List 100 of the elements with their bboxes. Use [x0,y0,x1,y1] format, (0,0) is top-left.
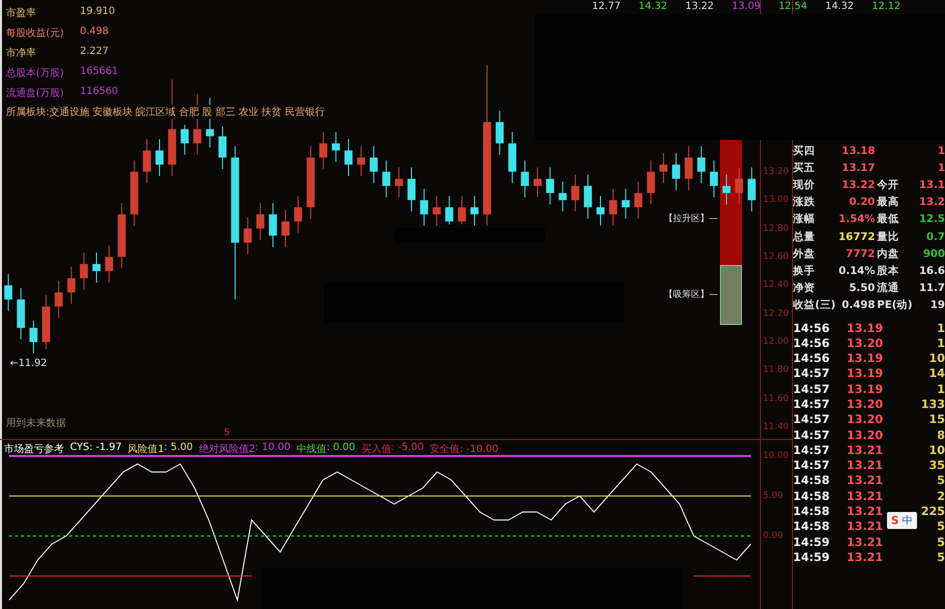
tick-volume: 35 [928,458,945,472]
tick-time: 14:57 [793,366,830,380]
tick-volume: 1 [936,320,945,335]
candlestick [319,132,328,170]
quote-value: 0.7 [926,230,945,243]
tick-price: 13.21 [846,504,883,518]
price-axis-label: 12.00 [763,337,789,348]
header-value: 12.77 [592,1,621,12]
indicator-axis-label: 10.00 [763,451,789,462]
tick-price: 13.21 [846,458,883,472]
candlestick [4,273,12,312]
price-axis-label: 12.40 [763,280,789,292]
ime-toolbar[interactable]: S 中 [887,512,917,529]
candlestick [80,252,88,290]
tick-volume: 5 [936,550,945,564]
info-label: 市盈率 [6,6,36,20]
tick-time: 14:59 [793,534,830,549]
candlestick [546,166,554,205]
tick-time: 14:59 [793,550,830,564]
quote-label: 净资 [793,281,815,296]
candlestick [67,266,76,304]
tick-price: 13.19 [846,366,883,380]
quote-value: 1 [938,144,945,157]
info-label: 总股本(万股) [6,66,64,80]
tick-time: 14:56 [793,351,830,366]
quote-value: 1 [938,162,945,174]
tick-volume: 1 [936,336,945,350]
info-label: 市净率 [6,46,36,60]
price-axis-label: 13.00 [763,195,789,206]
series-name: 风险值1 [128,443,164,456]
candlestick [735,166,744,205]
quote-label: 最低 [876,212,899,226]
candlestick [660,152,668,184]
candlestick [722,174,730,205]
quote-label: 买五 [793,160,815,175]
price-axis-label: 12.20 [763,308,789,320]
candlestick [634,181,642,220]
tick-time: 14:58 [793,504,830,518]
tick-volume: 225 [920,504,945,518]
candlestick [408,166,416,212]
tick-price: 13.19 [846,382,883,396]
quote-value: 12.5 [919,213,945,226]
candlestick [432,195,441,226]
tick-time: 14:56 [793,336,830,350]
tick-price: 13.19 [846,351,883,366]
quote-value: 7772 [846,248,875,260]
tick-price: 13.21 [846,442,883,457]
quote-value: 0.14% [838,264,875,277]
candlestick [458,195,466,225]
tick-price: 13.21 [846,534,883,549]
price-axis-label: 13.20 [763,166,789,178]
accumulation-zone-bar [720,265,742,325]
candlestick [710,160,718,198]
candlestick [584,174,592,220]
series-name: 买入值 [361,442,392,456]
price-axis-label: 11.40 [763,422,789,434]
quote-label: 换手 [793,264,815,278]
series-reading: : -1.97 [89,442,122,456]
quote-value: 13.1 [919,178,945,191]
tick-volume: 10 [928,351,945,366]
candlestick [332,132,340,162]
candlestick [622,188,630,220]
tick-price: 13.19 [846,320,883,335]
candlestick [180,124,189,156]
candlestick [394,166,403,198]
tick-time: 14:57 [793,382,830,396]
candlestick [534,166,542,198]
info-label: 每股收益(元) [6,26,64,40]
quote-label: 买四 [793,144,815,158]
info-label: 流通盘(万股) [6,86,64,100]
candlestick [470,195,478,226]
tick-time: 14:58 [793,488,830,503]
candlestick [558,181,567,212]
quote-label: 内盘 [876,246,899,261]
quote-value: 19 [930,299,945,312]
quote-value: 5.50 [849,282,875,294]
candlestick [268,202,277,248]
quote-value: 13.17 [842,162,875,174]
header-value: 14.32 [638,1,668,12]
price-axis-label: 11.80 [763,365,789,376]
price-axis-label: 12.80 [763,224,789,235]
indicator-value: 安全值: -10.00 [430,442,498,456]
tick-price: 13.21 [846,519,883,534]
candlestick [748,166,756,212]
candlestick [445,195,454,225]
quote-value: 900 [923,248,945,260]
tick-time: 14:57 [793,412,830,426]
price-axis-label: 12.60 [763,252,789,263]
series-reading: : 10.00 [255,442,290,456]
tick-volume: 1 [936,382,945,396]
price-axis-label: 11.60 [763,394,789,405]
candlestick [370,146,378,184]
candlestick [344,138,352,176]
quote-label: 涨幅 [793,212,815,226]
series-reading: : 0.00 [326,442,356,456]
quote-label: 外盘 [793,246,815,261]
candlestick [92,252,100,283]
series-reading: : -5.00 [391,442,424,456]
quote-value: 11.7 [919,282,945,294]
quote-label: 收益(三) [793,298,836,312]
